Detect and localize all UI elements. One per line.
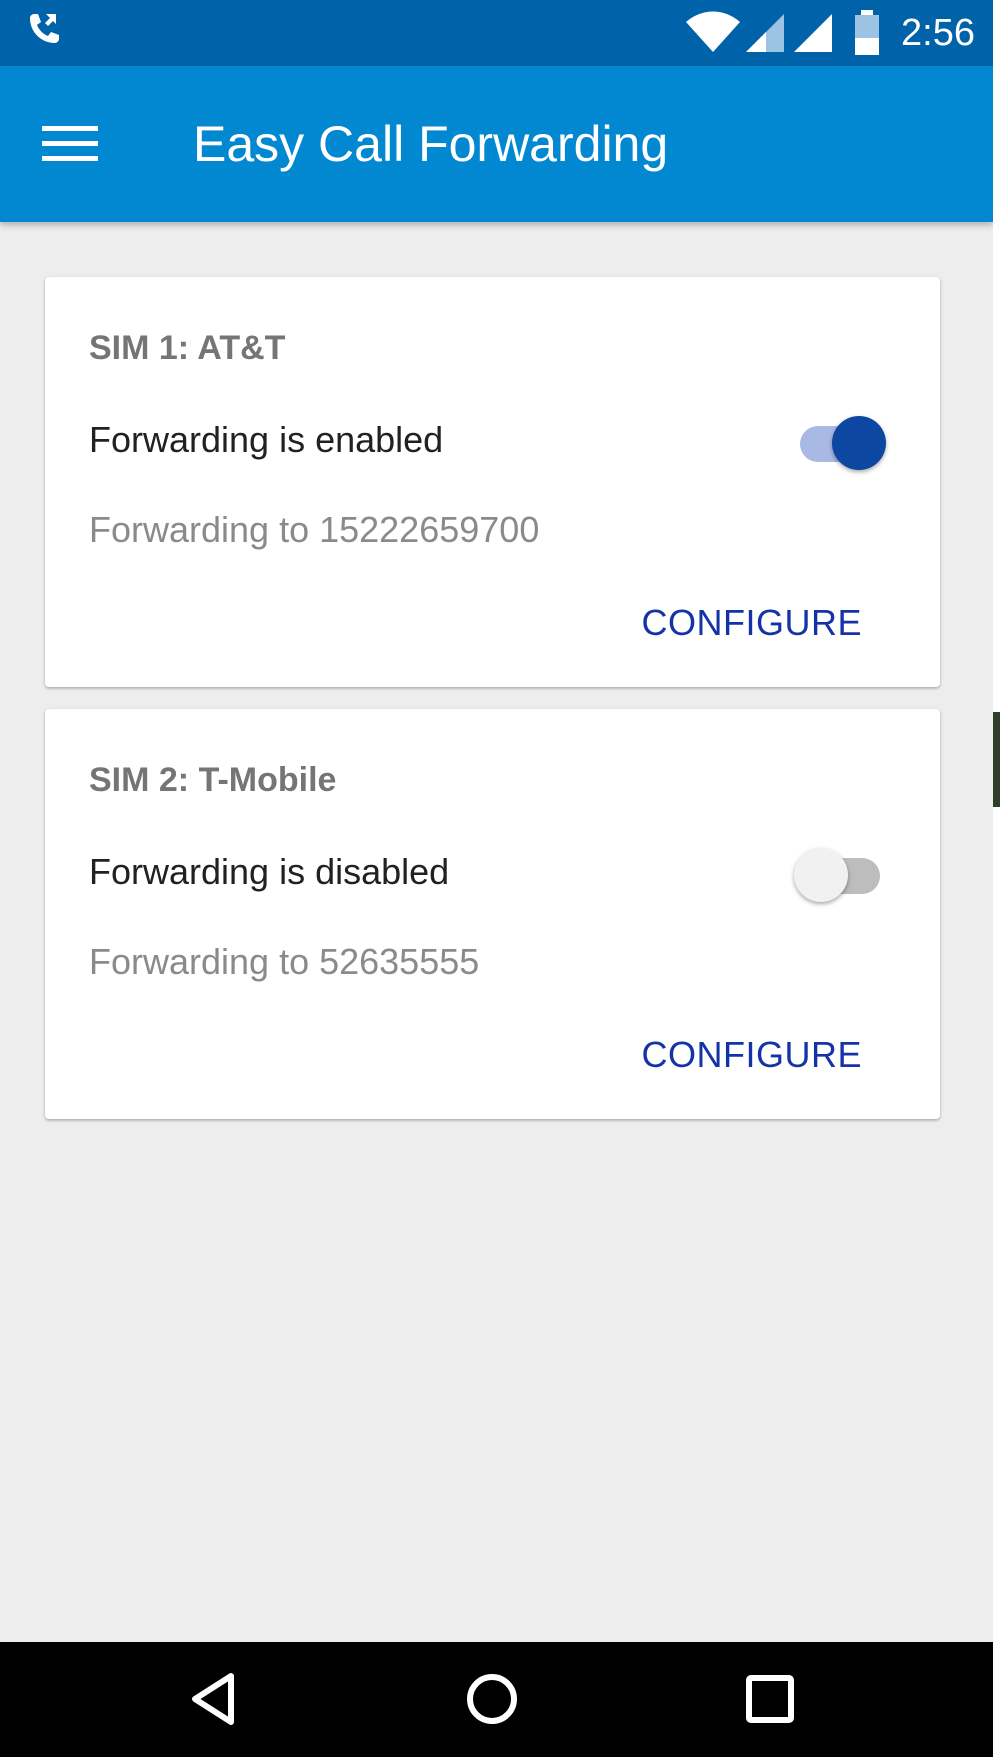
app-bar: Easy Call Forwarding (0, 66, 993, 222)
edge-mark (993, 712, 1000, 807)
status-bar: 2:56 (0, 0, 993, 66)
cell-signal-icon (794, 14, 832, 52)
menu-button[interactable] (30, 106, 110, 182)
configure-button-sim-1[interactable]: CONFIGURE (642, 595, 863, 651)
sim-label: SIM 2: T-Mobile (89, 761, 337, 799)
call-forwarding-icon (30, 14, 59, 43)
screen: 2:56 Easy Call Forwarding SIM 1: AT&T Fo… (0, 0, 993, 1757)
app-title: Easy Call Forwarding (193, 116, 669, 172)
battery-icon (855, 10, 879, 55)
toggle-thumb (794, 848, 848, 902)
back-button[interactable] (174, 1664, 254, 1734)
forwarding-toggle-sim-2[interactable] (794, 841, 886, 902)
sim-label: SIM 1: AT&T (89, 329, 286, 367)
home-button[interactable] (452, 1664, 532, 1734)
recents-button[interactable] (730, 1664, 810, 1734)
cell-signal-icon (746, 14, 784, 52)
back-icon (192, 1673, 234, 1725)
recents-icon (746, 1675, 794, 1723)
configure-button-sim-2[interactable]: CONFIGURE (642, 1027, 863, 1083)
status-time: 2:56 (901, 12, 975, 54)
sim-card-2: SIM 2: T-Mobile Forwarding is disabled F… (45, 709, 940, 1119)
home-icon (467, 1674, 517, 1724)
toggle-thumb (832, 416, 886, 470)
forwarding-status-text: Forwarding is enabled (89, 419, 444, 460)
menu-icon (42, 126, 98, 161)
wifi-icon (686, 11, 740, 52)
forwarding-toggle-sim-1[interactable] (794, 409, 886, 470)
sim-card-1: SIM 1: AT&T Forwarding is enabled Forwar… (45, 277, 940, 687)
navigation-bar (0, 1642, 993, 1757)
forwarding-number-text: Forwarding to 15222659700 (89, 509, 540, 550)
forwarding-number-text: Forwarding to 52635555 (89, 941, 480, 982)
screen-edge (993, 0, 1000, 1757)
forwarding-status-text: Forwarding is disabled (89, 851, 450, 892)
